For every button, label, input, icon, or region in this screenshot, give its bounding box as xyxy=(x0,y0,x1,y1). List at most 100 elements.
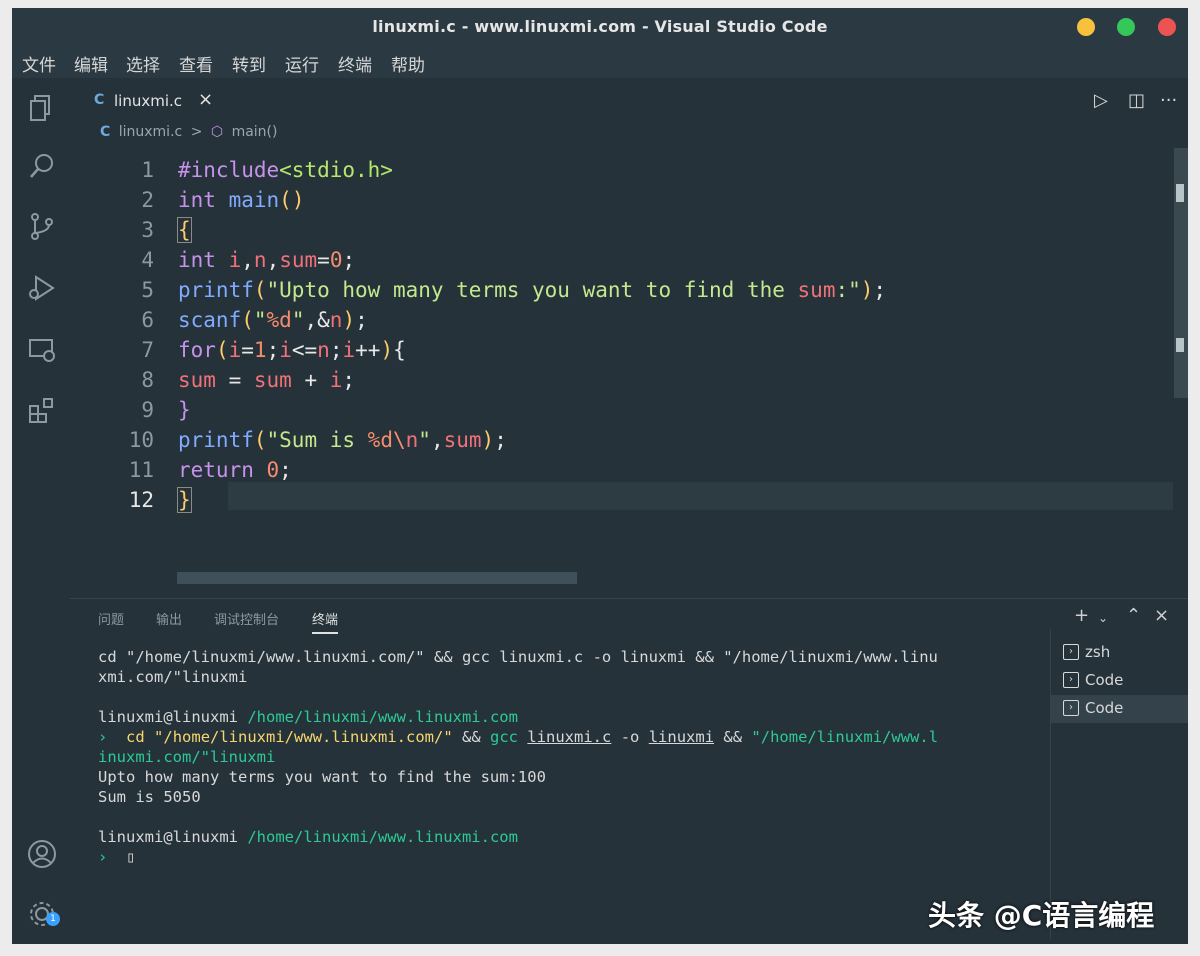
code-line[interactable]: 3{ xyxy=(70,215,1170,245)
tab-problems[interactable]: 问题 xyxy=(98,609,124,628)
extensions-icon[interactable] xyxy=(26,394,58,426)
menu-bar: 文件 编辑 选择 查看 转到 运行 终端 帮助 xyxy=(12,46,1188,78)
new-terminal-icon[interactable]: + xyxy=(1074,605,1089,626)
tab-debug-console[interactable]: 调试控制台 xyxy=(214,609,279,628)
code-text: printf("Sum is %d\n",sum); xyxy=(178,428,507,452)
scrollbar-marker xyxy=(1176,338,1184,352)
code-line[interactable]: 6 scanf("%d",&n); xyxy=(70,305,1170,335)
tab-linuxmi-c[interactable]: C linuxmi.c × xyxy=(74,84,224,118)
cmd-and: && xyxy=(462,728,481,746)
tab-label: linuxmi.c xyxy=(114,92,183,110)
code-text: for(i=1;i<=n;i++){ xyxy=(178,338,406,362)
close-panel-icon[interactable]: × xyxy=(1154,605,1169,626)
account-icon[interactable] xyxy=(26,838,58,870)
terminal-prompt: linuxmi@linuxmi /home/linuxmi/www.linuxm… xyxy=(98,827,518,847)
minimize-button[interactable] xyxy=(1077,18,1095,36)
code-text: int i,n,sum=0; xyxy=(178,248,356,272)
terminal-cursor: ▯ xyxy=(126,848,136,866)
terminal-icon: › xyxy=(1063,700,1079,716)
terminal-list: › zsh › Code › Code xyxy=(1050,629,1188,939)
explorer-icon[interactable] xyxy=(26,92,58,124)
maximize-panel-icon[interactable]: ⌃ xyxy=(1126,605,1141,626)
menu-view[interactable]: 查看 xyxy=(179,51,213,76)
horizontal-scrollbar[interactable] xyxy=(177,572,577,584)
cmd-cd-path: "/home/linuxmi/www.linuxmi.com/" xyxy=(154,728,453,746)
code-line[interactable]: 11 return 0; xyxy=(70,455,1170,485)
cmd-flag: -o xyxy=(620,728,640,746)
maximize-button[interactable] xyxy=(1117,18,1135,36)
scrollbar-marker xyxy=(1176,184,1184,202)
remote-explorer-icon[interactable] xyxy=(26,334,58,366)
cmd-gcc: gcc xyxy=(490,728,519,746)
line-number: 8 xyxy=(141,368,154,392)
menu-run[interactable]: 运行 xyxy=(285,51,319,76)
line-number: 9 xyxy=(141,398,154,422)
program-output: Upto how many terms you want to find the… xyxy=(98,768,546,786)
menu-file[interactable]: 文件 xyxy=(22,51,56,76)
breadcrumb-c-icon: C xyxy=(100,124,111,140)
line-number: 7 xyxy=(141,338,154,362)
code-text: } xyxy=(178,398,191,422)
source-control-icon[interactable] xyxy=(26,210,58,242)
close-window-button[interactable] xyxy=(1158,18,1176,36)
prompt-path: /home/linuxmi/www.linuxmi.com xyxy=(247,828,518,846)
terminal-item-zsh[interactable]: › zsh xyxy=(1051,639,1188,667)
run-file-icon[interactable]: ▷ xyxy=(1094,90,1108,111)
code-text: } xyxy=(177,487,192,513)
more-actions-icon[interactable]: ··· xyxy=(1160,90,1177,111)
menu-help[interactable]: 帮助 xyxy=(391,51,425,76)
menu-terminal[interactable]: 终端 xyxy=(338,51,372,76)
terminal-icon: › xyxy=(1063,644,1079,660)
terminal-item-code-active[interactable]: › Code xyxy=(1051,695,1188,723)
code-line[interactable]: 1 #include<stdio.h> xyxy=(70,155,1170,185)
breadcrumb-file[interactable]: linuxmi.c xyxy=(119,124,183,140)
watermark: 头条 @C语言编程 xyxy=(928,899,1155,932)
c-file-icon: C xyxy=(94,92,105,108)
search-icon[interactable] xyxy=(26,150,58,182)
code-line[interactable]: 8 sum = sum + i; xyxy=(70,365,1170,395)
terminal-item-label: zsh xyxy=(1085,643,1111,661)
code-text: int main() xyxy=(178,188,305,212)
menu-selection[interactable]: 选择 xyxy=(126,51,160,76)
code-line[interactable]: 12} xyxy=(70,485,1170,515)
tab-output[interactable]: 输出 xyxy=(156,609,182,628)
code-line[interactable]: 2 int main() xyxy=(70,185,1170,215)
run-debug-icon[interactable] xyxy=(26,272,58,304)
prompt-arrow: › xyxy=(98,848,108,866)
terminal-command-line: xmi.com/"linuxmi xyxy=(98,668,248,686)
code-line[interactable]: 7 for(i=1;i<=n;i++){ xyxy=(70,335,1170,365)
terminal-output[interactable]: cd "/home/linuxmi/www.linuxmi.com/" && g… xyxy=(98,639,1038,929)
split-editor-icon[interactable]: ◫ xyxy=(1128,90,1145,111)
terminal-dropdown-icon[interactable]: ⌄ xyxy=(1098,611,1108,625)
cmd-file: linuxmi.c xyxy=(527,728,612,746)
code-text: { xyxy=(177,217,192,243)
cmd-run-path: "/home/linuxmi/www.l xyxy=(751,728,939,746)
terminal-command-line: cd "/home/linuxmi/www.linuxmi.com/" && g… xyxy=(98,648,938,666)
code-text: sum = sum + i; xyxy=(178,368,356,392)
line-number: 12 xyxy=(128,488,154,512)
activity-bar xyxy=(12,78,70,944)
code-text: return 0; xyxy=(178,458,292,482)
tab-close-icon[interactable]: × xyxy=(198,89,213,110)
code-line[interactable]: 9} xyxy=(70,395,1170,425)
bottom-panel: 问题 输出 调试控制台 终端 + ⌄ ⌃ × cd "/home/linuxmi… xyxy=(70,598,1188,944)
menu-edit[interactable]: 编辑 xyxy=(74,51,108,76)
breadcrumb-separator: > xyxy=(190,124,203,140)
terminal-item-code[interactable]: › Code xyxy=(1051,667,1188,695)
line-number: 6 xyxy=(141,308,154,332)
terminal-input-line: › ▯ xyxy=(98,847,135,867)
code-text: #include<stdio.h> xyxy=(178,158,393,182)
menu-go[interactable]: 转到 xyxy=(232,51,266,76)
code-text: scanf("%d",&n); xyxy=(178,308,368,332)
terminal-prompt: linuxmi@linuxmi /home/linuxmi/www.linuxm… xyxy=(98,707,518,727)
line-number: 4 xyxy=(141,248,154,272)
code-editor[interactable]: 1 #include<stdio.h> 2 int main() 3{4 int i,n,… xyxy=(70,148,1188,598)
tab-terminal[interactable]: 终端 xyxy=(312,609,339,634)
code-line[interactable]: 5 printf("Upto how many terms you want to… xyxy=(70,275,1170,305)
breadcrumb-symbol[interactable]: main() xyxy=(232,124,278,140)
line-number: 2 xyxy=(141,188,154,212)
prompt-user: linuxmi@linuxmi xyxy=(98,708,238,726)
code-line[interactable]: 4 int i,n,sum=0; xyxy=(70,245,1170,275)
line-number: 3 xyxy=(141,218,154,242)
code-line[interactable]: 10 printf("Sum is %d\n",sum); xyxy=(70,425,1170,455)
